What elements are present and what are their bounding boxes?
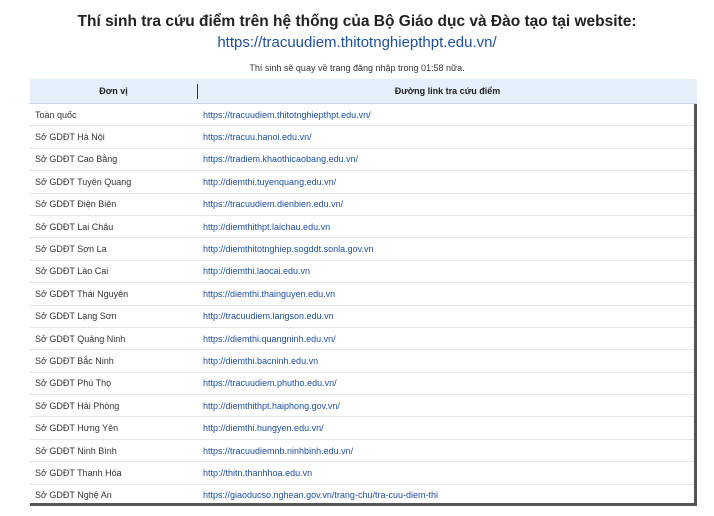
column-header-unit: Đơn vị bbox=[99, 86, 128, 96]
unit-name-cell: Toàn quốc bbox=[35, 109, 77, 120]
lookup-link-cell: https://tracuudiem.phutho.edu.vn/ bbox=[198, 378, 697, 388]
lookup-link-cell: https://diemthi.quangninh.edu.vn/ bbox=[198, 334, 697, 344]
unit-name-cell: Sở GDĐT Hà Nội bbox=[35, 132, 105, 143]
table-row: Sở GDĐT Quảng Ninh https://diemthi.quangn… bbox=[30, 328, 697, 351]
lookup-link[interactable]: https://tracuudiem.dienbien.edu.vn/ bbox=[203, 199, 343, 209]
table-body: Toàn quốc https://tracuudiem.thitotnghiep… bbox=[30, 104, 697, 503]
lookup-link-cell: https://tracuudiem.dienbien.edu.vn/ bbox=[198, 199, 697, 209]
table-row: Sở GDĐT Lào Cai http://diemthi.laocai.edu… bbox=[30, 261, 697, 284]
lookup-link-cell: https://tracuudiemnb.ninhbinh.edu.vn/ bbox=[198, 446, 697, 456]
unit-name-cell: Sở GDĐT Ninh Bình bbox=[35, 445, 117, 456]
table-row: Toàn quốc https://tracuudiem.thitotnghiep… bbox=[30, 104, 697, 127]
page-title: Thí sinh tra cứu điểm trên hệ thống của … bbox=[77, 13, 637, 30]
unit-name-cell: Sở GDĐT Quảng Ninh bbox=[35, 333, 126, 344]
unit-name-cell: Sở GDĐT Sơn La bbox=[35, 244, 107, 255]
table-row: Sở GDĐT Lai Châu http://diemthithpt.laich… bbox=[30, 216, 697, 239]
lookup-link[interactable]: http://diemthithpt.laichau.edu.vn bbox=[203, 222, 330, 232]
lookup-link[interactable]: https://diemthi.thainguyen.edu.vn bbox=[203, 289, 335, 299]
lookup-link-cell: http://thitn.thanhhoa.edu.vn bbox=[198, 468, 697, 478]
lookup-link[interactable]: https://giaoducso.nghean.gov.vn/trang-ch… bbox=[203, 490, 438, 500]
lookup-link[interactable]: http://diemthi.tuyenquang.edu.vn/ bbox=[203, 177, 336, 187]
unit-name-cell: Sở GDĐT Thanh Hóa bbox=[35, 467, 122, 478]
table-row: Sở GDĐT Hưng Yên http://diemthi.hungyen.e… bbox=[30, 417, 697, 440]
lookup-link-cell: https://tracuu.hanoi.edu.vn/ bbox=[198, 132, 697, 142]
lookup-link-cell: http://diemthitotnghiep.sogddt.sonla.gov… bbox=[198, 244, 697, 254]
lookup-link[interactable]: http://tracuudiem.langson.edu.vn bbox=[203, 311, 334, 321]
page-header: Thí sinh tra cứu điểm trên hệ thống của … bbox=[0, 0, 714, 74]
table-row: Sở GDĐT Phú Thọ https://tracuudiem.phutho… bbox=[30, 373, 697, 396]
lookup-link[interactable]: http://diemthi.laocai.edu.vn bbox=[203, 266, 310, 276]
lookup-link-cell: http://diemthi.laocai.edu.vn bbox=[198, 266, 697, 276]
table-row: Sở GDĐT Hải Phòng http://diemthithpt.haip… bbox=[30, 395, 697, 418]
table-row: Sở GDĐT Điện Biên https://tracuudiem.dien… bbox=[30, 194, 697, 216]
unit-name-cell: Sở GDĐT Bắc Ninh bbox=[35, 355, 114, 366]
lookup-link[interactable]: https://tracuudiem.thitotnghiepthpt.edu.… bbox=[203, 110, 371, 120]
unit-name-cell: Sở GDĐT Tuyên Quang bbox=[35, 176, 132, 187]
unit-name-cell: Sở GDĐT Lai Châu bbox=[35, 221, 114, 232]
table-row: Sở GDĐT Tuyên Quang http://diemthi.tuyenq… bbox=[30, 171, 697, 194]
lookup-link-cell: http://diemthi.tuyenquang.edu.vn/ bbox=[198, 177, 697, 187]
lookup-link-cell: http://diemthi.bacninh.edu.vn bbox=[198, 356, 697, 366]
lookup-link-cell: https://diemthi.thainguyen.edu.vn bbox=[198, 289, 697, 299]
lookup-link[interactable]: http://thitn.thanhhoa.edu.vn bbox=[203, 468, 312, 478]
lookup-link[interactable]: https://tracuudiem.phutho.edu.vn/ bbox=[203, 378, 337, 388]
lookup-link-cell: https://tracuudiem.thitotnghiepthpt.edu.… bbox=[198, 110, 697, 120]
unit-name-cell: Sở GDĐT Nghệ An bbox=[35, 490, 112, 501]
lookup-table: Đơn vị Đường link tra cứu điểm Toàn quốc… bbox=[30, 79, 697, 506]
unit-name-cell: Sở GDĐT Thái Nguyên bbox=[35, 288, 129, 299]
lookup-link[interactable]: https://tracuu.hanoi.edu.vn/ bbox=[203, 132, 312, 142]
lookup-link[interactable]: https://tradiem.khaothicaobang.edu.vn/ bbox=[203, 154, 358, 164]
table-scrollbar[interactable] bbox=[694, 104, 697, 504]
unit-name-cell: Sở GDĐT Cao Bằng bbox=[35, 154, 118, 165]
unit-name-cell: Sở GDĐT Lạng Sơn bbox=[35, 311, 117, 322]
table-row: Sở GDĐT Bắc Ninh http://diemthi.bacninh.e… bbox=[30, 350, 697, 373]
lookup-link-cell: http://diemthithpt.haiphong.gov.vn/ bbox=[198, 401, 697, 411]
lookup-link[interactable]: http://diemthithpt.haiphong.gov.vn/ bbox=[203, 401, 340, 411]
unit-name-cell: Sở GDĐT Hải Phòng bbox=[35, 400, 120, 411]
unit-name-cell: Sở GDĐT Lào Cai bbox=[35, 266, 109, 277]
lookup-link-cell: http://diemthithpt.laichau.edu.vn bbox=[198, 222, 697, 232]
table-row: Sở GDĐT Thái Nguyên https://diemthi.thain… bbox=[30, 283, 697, 306]
table-row: Sở GDĐT Lạng Sơn http://tracuudiem.langso… bbox=[30, 306, 697, 328]
lookup-link[interactable]: https://diemthi.quangninh.edu.vn/ bbox=[203, 334, 336, 344]
lookup-link-cell: https://tradiem.khaothicaobang.edu.vn/ bbox=[198, 154, 697, 164]
lookup-link-cell: https://giaoducso.nghean.gov.vn/trang-ch… bbox=[198, 490, 697, 500]
lookup-link-cell: http://diemthi.hungyen.edu.vn/ bbox=[198, 423, 697, 433]
table-row: Sở GDĐT Hà Nội https://tracuu.hanoi.edu.v… bbox=[30, 126, 697, 149]
unit-name-cell: Sở GDĐT Điện Biên bbox=[35, 199, 117, 210]
lookup-link-cell: http://tracuudiem.langson.edu.vn bbox=[198, 311, 697, 321]
unit-name-cell: Sở GDĐT Phú Thọ bbox=[35, 378, 112, 389]
table-row: Sở GDĐT Thanh Hóa http://thitn.thanhhoa.e… bbox=[30, 462, 697, 485]
lookup-link[interactable]: http://diemthi.hungyen.edu.vn/ bbox=[203, 423, 324, 433]
national-lookup-link[interactable]: https://tracuudiem.thitotnghiepthpt.edu.… bbox=[217, 33, 496, 53]
lookup-link[interactable]: http://diemthitotnghiep.sogddt.sonla.gov… bbox=[203, 244, 373, 254]
table-row: Sở GDĐT Sơn La http://diemthitotnghiep.so… bbox=[30, 238, 697, 261]
lookup-link[interactable]: http://diemthi.bacninh.edu.vn bbox=[203, 356, 318, 366]
table-row: Sở GDĐT Nghệ An https://giaoducso.nghean.… bbox=[30, 485, 697, 503]
table-row: Sở GDĐT Ninh Bình https://tracuudiemnb.ni… bbox=[30, 440, 697, 463]
table-row: Sở GDĐT Cao Bằng https://tradiem.khaothic… bbox=[30, 149, 697, 172]
table-header: Đơn vị Đường link tra cứu điểm bbox=[30, 79, 697, 104]
unit-name-cell: Sở GDĐT Hưng Yên bbox=[35, 423, 119, 434]
column-header-link: Đường link tra cứu điểm bbox=[394, 85, 501, 96]
redirect-countdown: Thí sinh sẽ quay về trang đăng nhập tron… bbox=[249, 63, 465, 73]
lookup-link[interactable]: https://tracuudiemnb.ninhbinh.edu.vn/ bbox=[203, 446, 353, 456]
